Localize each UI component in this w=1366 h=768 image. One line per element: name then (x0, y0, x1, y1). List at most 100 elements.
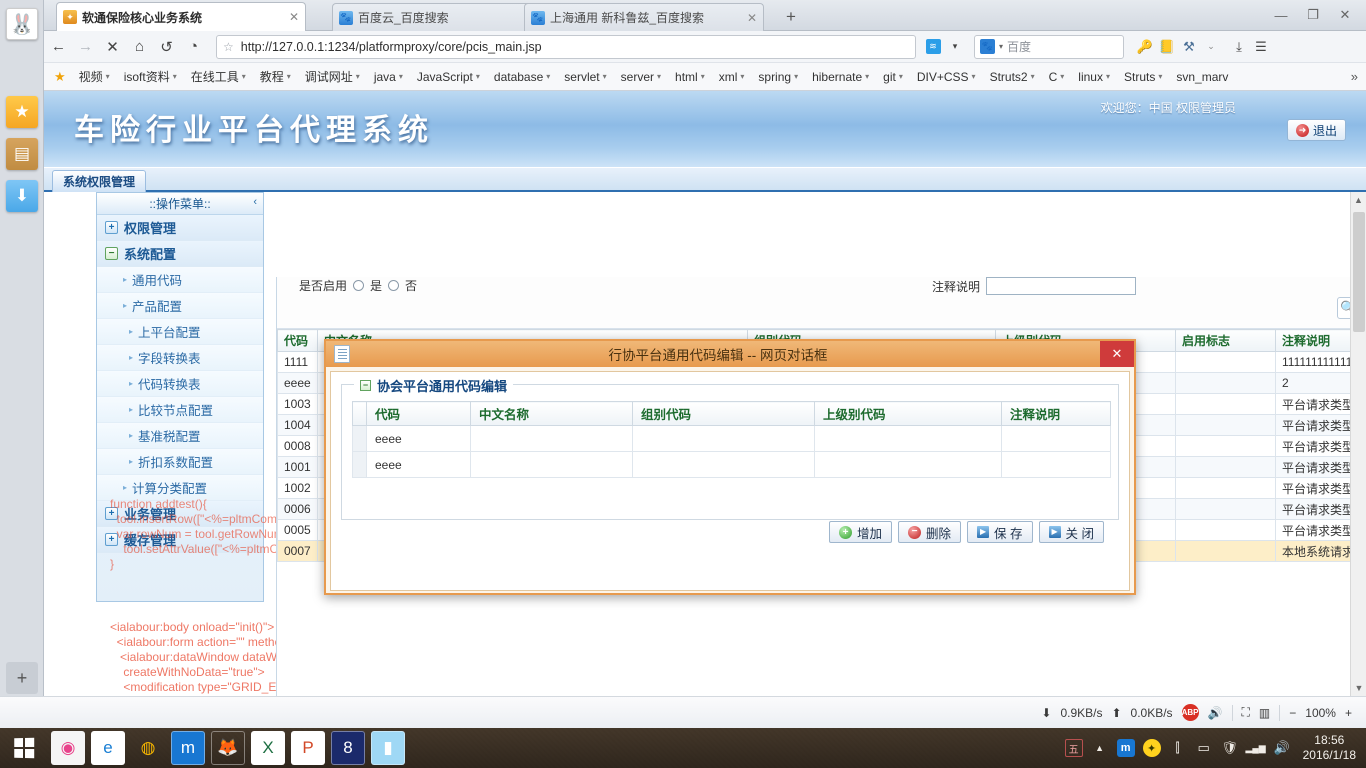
volume-icon[interactable]: 🔊 (1208, 706, 1223, 720)
dialog-delete-button[interactable]: − 删除 (898, 521, 962, 543)
tray-volume-icon[interactable]: 🔊 (1273, 739, 1291, 757)
more-caret-icon[interactable]: ⌄ (1200, 36, 1222, 58)
dialog-table-row[interactable]: eeee (352, 451, 1111, 478)
back-icon[interactable]: ← (46, 34, 71, 59)
sidebar-item-permission-mgmt[interactable]: + 权限管理 (97, 215, 263, 241)
bookmark-item[interactable]: html ▾ (668, 70, 712, 84)
bookmark-item[interactable]: 视频 ▾ (72, 68, 117, 85)
sidebar-item-field-mapping[interactable]: ▸ 字段转换表 (97, 345, 263, 371)
radio-no[interactable] (388, 280, 400, 291)
bookmark-star-icon[interactable]: ☆ (223, 40, 234, 54)
sidebar-item-discount-factor-config[interactable]: ▸ 折扣系数配置 (97, 449, 263, 475)
taskbar-editplus-icon[interactable]: 8 (331, 731, 365, 765)
fullscreen-icon[interactable]: ⛶ (1242, 705, 1250, 720)
browser-tab-2[interactable]: 🐾 上海通用 新科鲁兹_百度搜索 ✕ (524, 3, 764, 31)
browser-search-box[interactable]: 🐾 ▾ 百度 (974, 34, 1124, 59)
collapse-minus-icon[interactable]: − (105, 247, 118, 260)
refresh-icon[interactable]: ↺ (154, 34, 179, 59)
dialog-row-selector[interactable] (352, 425, 367, 452)
taskbar-chrome-icon[interactable]: ◍ (131, 731, 165, 765)
sidebar-item-cache-mgmt[interactable]: + 缓存管理 (97, 527, 263, 553)
scroll-up-icon[interactable]: ▲ (1351, 192, 1366, 208)
bookmark-item[interactable]: hibernate ▾ (805, 70, 876, 84)
dialog-add-button[interactable]: + 增加 (829, 521, 893, 543)
sidebar-item-common-code[interactable]: ▸ 通用代码 (97, 267, 263, 293)
bookmark-item[interactable]: spring ▾ (751, 70, 805, 84)
tray-update-icon[interactable]: ✦ (1142, 739, 1161, 757)
bookmarks-overflow-icon[interactable]: » (1351, 69, 1366, 84)
dialog-cell-remark[interactable] (1001, 425, 1111, 452)
sidebar-item-code-mapping[interactable]: ▸ 代码转换表 (97, 371, 263, 397)
taskbar-excel-icon[interactable]: X (251, 731, 285, 765)
taskbar-tool-icon[interactable]: ▮ (371, 731, 405, 765)
sidebar-item-calc-category-config[interactable]: ▸ 计算分类配置 (97, 475, 263, 501)
tray-network-icon[interactable]: ▂▄▆ (1246, 739, 1266, 757)
grid-col-flag[interactable]: 启用标志 (1175, 329, 1276, 352)
dialog-close-icon[interactable]: ✕ (1100, 341, 1134, 367)
dialog-close-button[interactable]: ▶ 关 闭 (1038, 521, 1104, 543)
sidebar-item-system-config[interactable]: − 系统配置 (97, 241, 263, 267)
download-icon[interactable]: ⤓ (1228, 36, 1250, 58)
tray-overflow-icon[interactable]: ▲ (1091, 739, 1109, 757)
dialog-cell-group[interactable] (632, 451, 815, 478)
bookmarks-star-icon[interactable]: ★ (54, 69, 72, 85)
bookmark-item[interactable]: xml ▾ (712, 70, 752, 84)
dock-download-icon[interactable]: ⬇ (6, 180, 38, 212)
dialog-col-code[interactable]: 代码 (366, 401, 471, 426)
dialog-col-name[interactable]: 中文名称 (470, 401, 633, 426)
dialog-cell-parent[interactable] (814, 451, 1002, 478)
stop-icon[interactable]: ✕ (100, 34, 125, 59)
dock-add-icon[interactable]: + (6, 662, 38, 694)
bookmark-item[interactable]: 调试网址 ▾ (298, 68, 367, 85)
radio-yes[interactable] (353, 280, 365, 291)
bookmark-item[interactable]: DIV+CSS ▾ (910, 70, 983, 84)
maximize-button[interactable]: ❐ (1298, 4, 1328, 26)
taskbar-qq-icon[interactable]: ◉ (51, 731, 85, 765)
expand-plus-icon[interactable]: + (105, 507, 118, 520)
address-bar[interactable]: ☆ http://127.0.0.1:1234/platformproxy/co… (216, 34, 916, 59)
taskbar-powerpoint-icon[interactable]: P (291, 731, 325, 765)
page-scrollbar[interactable]: ▲ ▼ (1350, 192, 1366, 696)
zoom-in-icon[interactable]: + (1345, 706, 1352, 720)
taskbar-ie-icon[interactable]: e (91, 731, 125, 765)
dock-notes-icon[interactable]: ▤ (6, 138, 38, 170)
history-icon[interactable]: ◔ (181, 34, 206, 59)
bookmark-item[interactable]: server ▾ (614, 70, 668, 84)
tray-security-icon[interactable]: 🛡 (1221, 739, 1239, 757)
bookmark-item[interactable]: isoft资料 ▾ (117, 68, 184, 85)
bookmark-item[interactable]: java ▾ (367, 70, 410, 84)
start-button[interactable] (0, 728, 48, 768)
sidebar-item-product-config[interactable]: ▸ 产品配置 (97, 293, 263, 319)
scroll-down-icon[interactable]: ▼ (1351, 680, 1366, 696)
collapse-minus-icon[interactable]: − (360, 380, 371, 391)
minimize-button[interactable]: — (1266, 4, 1296, 26)
bookmark-item[interactable]: database ▾ (487, 70, 557, 84)
dialog-col-parent[interactable]: 上级别代码 (814, 401, 1002, 426)
taskbar-clock[interactable]: 18:56 2016/1/18 (1299, 733, 1356, 763)
logout-button[interactable]: ➜ 退出 (1286, 119, 1346, 141)
tray-maxthon-icon[interactable]: m (1116, 739, 1135, 757)
dialog-col-remark[interactable]: 注释说明 (1001, 401, 1111, 426)
scrollbar-thumb[interactable] (1353, 212, 1365, 332)
tray-monitor-icon[interactable]: ▭ (1195, 739, 1213, 757)
sidebar-item-business-mgmt[interactable]: + 业务管理 (97, 501, 263, 527)
zoom-out-icon[interactable]: − (1289, 706, 1296, 720)
reader-mode-icon[interactable]: ≋ (922, 36, 944, 58)
browser-tab-0[interactable]: ✦ 软通保险核心业务系统 ✕ (56, 2, 306, 31)
sidebar-item-upload-platform-config[interactable]: ▸ 上平台配置 (97, 319, 263, 345)
tab-close-icon[interactable]: ✕ (281, 10, 299, 24)
sidebar-item-compare-node-config[interactable]: ▸ 比较节点配置 (97, 397, 263, 423)
bookmark-item[interactable]: C ▾ (1042, 70, 1072, 84)
taskbar-firefox-icon[interactable]: 🦊 (211, 731, 245, 765)
tools-icon[interactable]: ⚒ (1178, 36, 1200, 58)
tab-system-permission[interactable]: 系统权限管理 (52, 170, 147, 192)
new-tab-button[interactable]: + (779, 6, 803, 28)
sidebar-item-base-tax-config[interactable]: ▸ 基准税配置 (97, 423, 263, 449)
search-engine-caret-icon[interactable]: ▾ (999, 42, 1003, 51)
notepad-icon[interactable]: 📒 (1156, 36, 1178, 58)
adblock-icon[interactable]: ABP (1181, 704, 1199, 721)
bookmark-item[interactable]: servlet ▾ (557, 70, 613, 84)
dialog-col-group[interactable]: 组别代码 (632, 401, 815, 426)
bookmark-item[interactable]: svn_marv (1169, 70, 1235, 84)
close-window-button[interactable]: ✕ (1330, 4, 1360, 26)
